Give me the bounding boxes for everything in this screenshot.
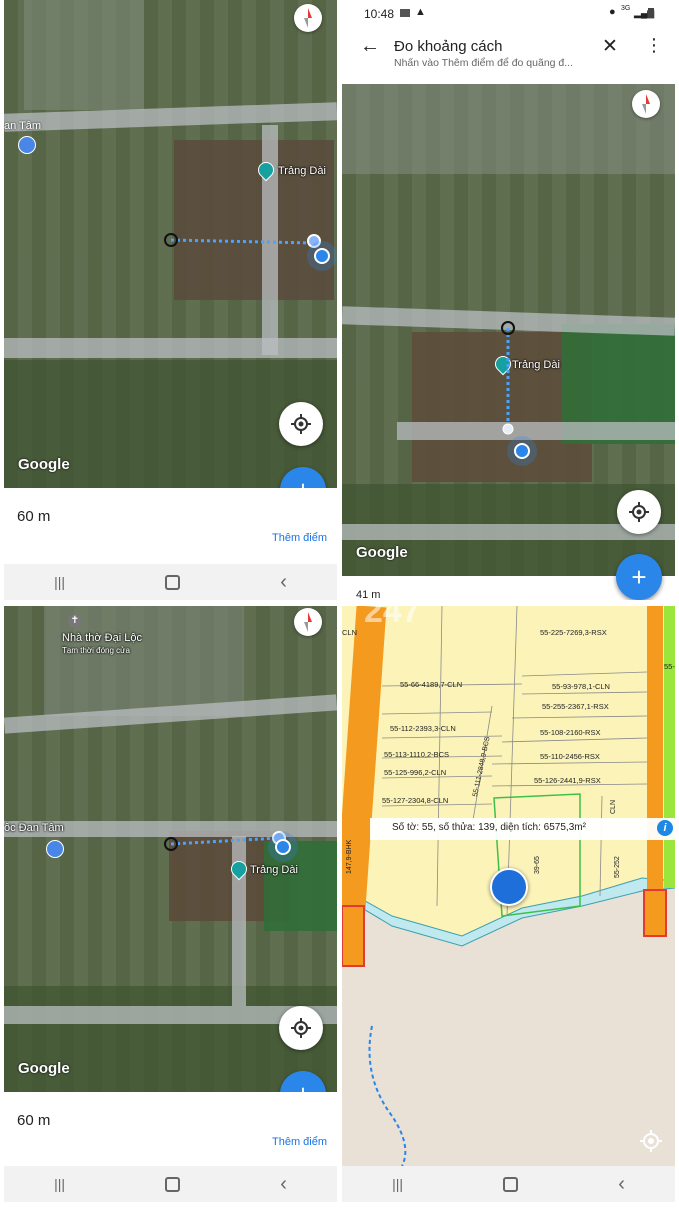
distance-sheet: 60 m Thêm điểm: [4, 488, 337, 564]
compass-icon[interactable]: [294, 4, 322, 32]
watermark: 247: [364, 606, 421, 630]
my-location-button[interactable]: [617, 490, 661, 534]
my-location-button[interactable]: [279, 402, 323, 446]
distance-peek: 41 m: [356, 590, 381, 600]
back-button[interactable]: ‹: [618, 1173, 625, 1196]
parcel-label: 55-125-996,2-CLN: [384, 768, 447, 777]
selected-location-marker[interactable]: [490, 868, 528, 906]
plus-icon: +: [631, 561, 647, 592]
parcel-label: 55-93-978,1-CLN: [552, 682, 610, 691]
add-point-fab[interactable]: +: [616, 554, 662, 600]
google-logo: Google: [356, 544, 408, 561]
info-icon[interactable]: i: [657, 820, 673, 836]
back-button[interactable]: ‹: [280, 1173, 287, 1196]
satellite-map[interactable]: an Tâm Trảng Dài Google: [4, 0, 337, 488]
panel-top-left: an Tâm Trảng Dài Google + 60 m Thêm điểm…: [4, 0, 337, 600]
parcel-label: 39-65: [534, 856, 541, 874]
crosshair-icon: [291, 1018, 311, 1038]
app-header: ← Đo khoảng cách Nhấn vào Thêm điểm để đ…: [342, 26, 675, 84]
current-location-dot: [314, 248, 330, 264]
back-button[interactable]: ‹: [280, 571, 287, 594]
nav-bar: ||| ‹: [342, 1166, 675, 1202]
network-type: 3G: [621, 5, 631, 12]
status-bar: 10:48 ▲ ● 3G ▂▄▆: [342, 0, 675, 26]
distance-value: 60 m: [17, 1112, 51, 1129]
parcel-label: 55-252: [614, 856, 621, 878]
image-icon: [400, 9, 410, 17]
home-button[interactable]: [165, 574, 181, 590]
parcel-label: CLN: [610, 799, 617, 814]
close-icon[interactable]: ✕: [602, 35, 618, 58]
parcel-label: 147,9-BHK: [346, 839, 353, 874]
recent-apps-button[interactable]: |||: [392, 1176, 403, 1192]
panel-bottom-right: 55-225-7269,3-RSX 55-66-4189,7-CLN 55-93…: [342, 606, 675, 1202]
parcel-label: 55-108-2160-RSX: [540, 728, 601, 737]
clock: 10:48: [364, 7, 395, 21]
more-options-icon[interactable]: ⋮: [645, 35, 663, 56]
current-location-dot: [514, 443, 530, 459]
satellite-map[interactable]: Trảng Dài Google: [342, 84, 675, 576]
crosshair-icon: [291, 414, 311, 434]
parcel-label: 55-127-2304,8-CLN: [382, 796, 449, 805]
my-location-button[interactable]: [279, 1006, 323, 1050]
warning-icon: ▲: [415, 6, 426, 18]
parcel-label: 55-113-1110,2-BCS: [384, 750, 450, 759]
compass-icon[interactable]: [632, 90, 660, 118]
panel-bottom-left: ✝ Nhà thờ Đại Lộc Tạm thời đóng cửa ốc Đ…: [4, 606, 337, 1202]
parcel-label: 55-66-4189,7-CLN: [400, 680, 463, 689]
parcel-label: 55-: [664, 662, 675, 671]
current-location-dot: [275, 839, 291, 855]
parcel-label: 55-255-2367,1-RSX: [542, 702, 609, 711]
recent-apps-button[interactable]: |||: [54, 1176, 65, 1192]
distance-sheet: 60 m Thêm điểm: [4, 1092, 337, 1166]
home-button[interactable]: [165, 1176, 181, 1192]
my-location-icon[interactable]: [640, 1130, 662, 1157]
add-point-link[interactable]: Thêm điểm: [272, 532, 327, 544]
parcel-label: 55-110-2456-RSX: [540, 752, 600, 761]
home-button[interactable]: [503, 1176, 519, 1192]
parcel-label: 55-126-2441,9-RSX: [534, 776, 601, 785]
back-arrow-icon[interactable]: ←: [360, 35, 380, 58]
parcel-label: CLN: [342, 628, 358, 637]
nav-bar: ||| ‹: [4, 1166, 337, 1202]
location-icon: ●: [609, 6, 616, 18]
google-logo: Google: [18, 456, 70, 473]
battery-icon: [648, 8, 654, 18]
parcel-label: 55-225-7269,3-RSX: [540, 628, 607, 637]
parcel-label: 55-112-2393,3-CLN: [390, 724, 456, 733]
parcel-info-banner: Số tờ: 55, số thửa: 139, diện tích: 6575…: [370, 818, 675, 840]
header-title: Đo khoảng cách: [394, 38, 503, 55]
header-subtitle: Nhấn vào Thêm điểm để đo quãng đ...: [394, 57, 574, 69]
crosshair-icon: [629, 502, 649, 522]
parcel-map[interactable]: 55-225-7269,3-RSX 55-66-4189,7-CLN 55-93…: [342, 606, 675, 1166]
satellite-map[interactable]: ✝ Nhà thờ Đại Lộc Tạm thời đóng cửa ốc Đ…: [4, 606, 337, 1092]
add-point-link[interactable]: Thêm điểm: [272, 1136, 327, 1148]
compass-icon[interactable]: [294, 608, 322, 636]
distance-value: 60 m: [17, 508, 51, 525]
google-logo: Google: [18, 1060, 70, 1077]
panel-top-right: 10:48 ▲ ● 3G ▂▄▆ ← Đo khoảng cách Nhấn v…: [342, 0, 675, 600]
recent-apps-button[interactable]: |||: [54, 574, 65, 590]
nav-bar: ||| ‹: [4, 564, 337, 600]
parcel-info-text: Số tờ: 55, số thửa: 139, diện tích: 6575…: [392, 822, 586, 833]
